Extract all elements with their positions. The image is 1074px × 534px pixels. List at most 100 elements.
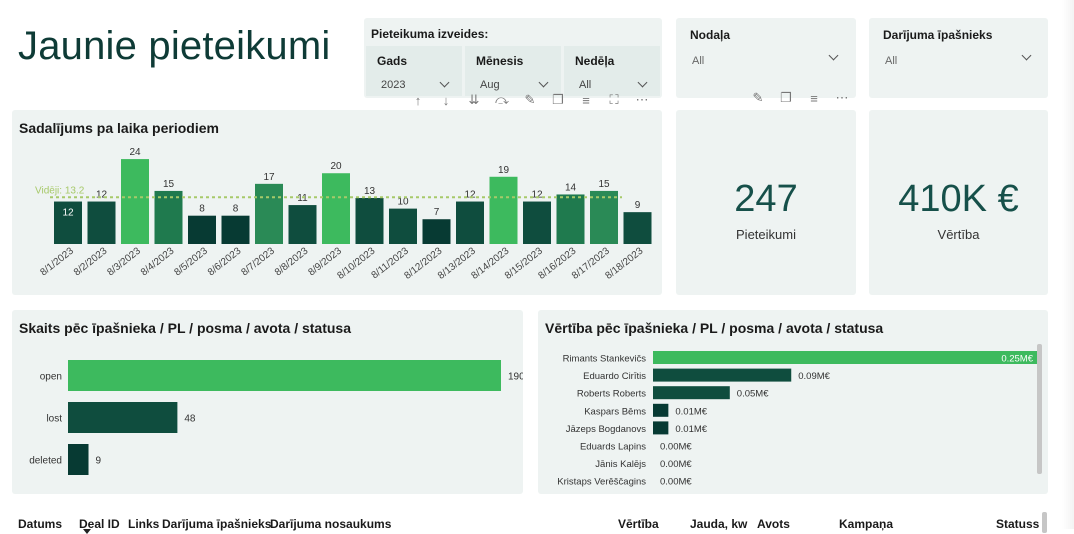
owner-axis-label: Jāzeps Bogdanovs: [566, 424, 647, 435]
time-bar-value-label: 12: [531, 190, 543, 201]
value-chart-scrollbar[interactable]: [1037, 344, 1042, 474]
department-slicer[interactable]: Nodaļa All: [676, 18, 856, 98]
time-bar[interactable]: [355, 198, 384, 244]
value-bar-value-label: 0.01M€: [675, 424, 707, 435]
month-slicer-label: Mēnesis: [476, 54, 524, 68]
time-bar[interactable]: [121, 159, 149, 244]
table-scrollbar[interactable]: [1042, 512, 1047, 533]
time-bar[interactable]: [456, 201, 484, 244]
chevron-down-icon: [637, 77, 648, 88]
time-axis-tick-label: 8/8/2023: [273, 245, 311, 278]
value-bar-value-label: 0.00M€: [660, 442, 692, 453]
value-bar[interactable]: [653, 421, 669, 435]
visual-header-toolbar: ↑ ↓ ⇊ ⤼ ✎ ❐ ≡ ⛶ ⋯: [409, 92, 651, 108]
value-bar-value-label: 0.05M€: [737, 389, 769, 400]
week-slicer-label: Nedēļa: [575, 54, 615, 68]
owner-slicer-label: Darījuma īpašnieks: [883, 28, 993, 42]
drill-down-icon[interactable]: ↓: [437, 93, 455, 108]
time-bar[interactable]: [389, 208, 417, 244]
time-bar[interactable]: [623, 212, 652, 244]
deals-table-header: Datums Deal ID Links Darījuma īpašnieks …: [12, 510, 1052, 534]
expand-all-icon[interactable]: ⇊: [465, 92, 483, 108]
chevron-down-icon: [439, 77, 450, 88]
time-axis-tick-label: 8/5/2023: [172, 245, 210, 278]
time-bar[interactable]: [87, 201, 116, 244]
time-bar-value-label: 11: [297, 193, 308, 204]
status-bar-value-label: 190: [508, 372, 523, 383]
chevron-down-icon: [828, 50, 839, 61]
month-slicer[interactable]: Mēnesis Aug: [465, 46, 561, 96]
time-bar[interactable]: [322, 173, 350, 244]
filter-icon[interactable]: ≡: [805, 91, 823, 106]
time-axis-tick-label: 8/2/2023: [72, 245, 110, 278]
time-bar-value-label: 8: [199, 204, 205, 215]
status-axis-label: lost: [46, 414, 62, 425]
status-bar[interactable]: [68, 402, 178, 433]
time-bar[interactable]: [221, 215, 250, 244]
time-bar[interactable]: [556, 194, 585, 244]
status-bar[interactable]: [68, 444, 89, 475]
owner-axis-label: Kaspars Bēms: [584, 406, 646, 417]
sort-descending-icon[interactable]: [83, 529, 91, 534]
time-bar[interactable]: [422, 219, 451, 244]
value-bar[interactable]: [653, 386, 730, 400]
drill-mode-icon[interactable]: ⤼: [493, 92, 511, 108]
time-bar-value-label: 15: [163, 179, 175, 190]
time-bar[interactable]: [489, 176, 518, 244]
time-bar-value-label: 9: [635, 200, 641, 211]
copy-icon[interactable]: ❐: [549, 92, 567, 108]
value-bar-value-label: 0.00M€: [660, 477, 692, 488]
copy-icon[interactable]: ❐: [777, 90, 795, 106]
time-axis-tick-label: 8/3/2023: [105, 245, 143, 278]
value-chart-panel: Vērtība pēc īpašnieka / PL / posma / avo…: [538, 310, 1048, 494]
time-bar-value-label: 12: [464, 190, 476, 201]
value-kpi-card: 410K € Vērtība: [869, 110, 1048, 295]
more-options-icon[interactable]: ⋯: [833, 90, 851, 106]
more-options-icon[interactable]: ⋯: [633, 92, 651, 108]
department-slicer-label: Nodaļa: [690, 28, 731, 42]
kpi-visual-header-toolbar: ✎ ❐ ≡ ⋯: [749, 90, 851, 106]
time-bar[interactable]: [523, 201, 551, 244]
time-bar-value-label: 24: [129, 147, 141, 158]
owner-slicer[interactable]: Darījuma īpašnieks All: [869, 18, 1048, 98]
report-page: Jaunie pieteikumi Pieteikuma izveides: G…: [0, 0, 1074, 534]
filter-icon[interactable]: ≡: [577, 93, 595, 108]
time-bar-value-label: 13: [364, 186, 376, 197]
time-bar[interactable]: [188, 215, 216, 244]
time-bar[interactable]: [288, 205, 317, 244]
average-label: Vidēji: 13.2: [35, 185, 85, 196]
value-bar[interactable]: [653, 403, 669, 417]
time-bar-value-label: 17: [263, 172, 275, 183]
year-slicer[interactable]: Gads 2023: [366, 46, 462, 96]
time-axis-tick-label: 8/6/2023: [206, 245, 244, 278]
time-axis-tick-label: 8/7/2023: [239, 245, 277, 278]
value-kpi-label: Vērtība: [937, 227, 980, 242]
owner-axis-label: Rimants Stankevičs: [563, 354, 647, 365]
time-bar-value-label: 12: [96, 190, 108, 201]
chevron-down-icon: [538, 77, 549, 88]
date-slicer-group: Pieteikuma izveides: Gads 2023 Mēnesis A…: [364, 18, 662, 98]
time-chart: 12 8/1/2023 12 8/2/2023 24 8/3/2023 15 8/4/2023…: [35, 147, 652, 282]
value-bar[interactable]: [653, 351, 1037, 364]
value-bar[interactable]: [653, 368, 792, 382]
owner-slicer-value: All: [885, 55, 898, 67]
count-kpi-card: 247 Pieteikumi: [676, 110, 856, 295]
time-bar[interactable]: [255, 183, 283, 244]
owner-axis-label: Kristaps Verēščagins: [557, 477, 646, 488]
week-slicer[interactable]: Nedēļa All: [564, 46, 660, 96]
date-slicer-group-label: Pieteikuma izveides:: [371, 27, 489, 41]
time-bar-value-label: 7: [434, 207, 440, 218]
time-bar-value-label: 12: [62, 208, 74, 219]
owner-axis-label: Eduardo Cirītis: [583, 371, 646, 382]
chevron-down-icon: [1021, 50, 1032, 61]
pin-icon[interactable]: ✎: [749, 90, 767, 106]
status-chart-panel: Skaits pēc īpašnieka / PL / posma / avot…: [12, 310, 523, 494]
time-bar[interactable]: [590, 190, 618, 244]
drill-up-icon[interactable]: ↑: [409, 93, 427, 108]
time-bar[interactable]: [154, 190, 183, 244]
focus-mode-icon[interactable]: ⛶: [605, 92, 623, 108]
pin-icon[interactable]: ✎: [521, 92, 539, 108]
time-bar-value-label: 19: [498, 165, 510, 176]
status-bar[interactable]: [68, 360, 501, 391]
time-axis-tick-label: 8/4/2023: [139, 245, 177, 278]
